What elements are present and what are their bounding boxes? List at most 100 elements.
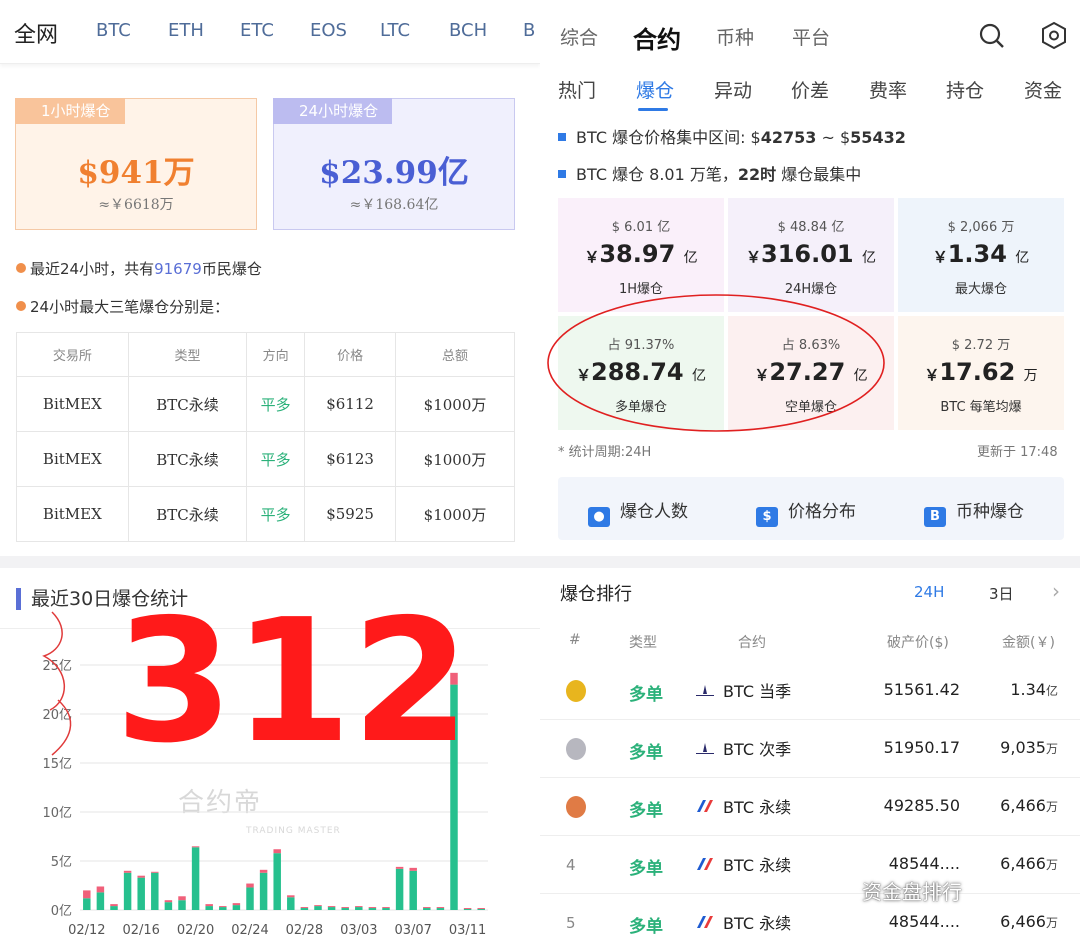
stat-cell-avg[interactable]: $ 2.72 万 ￥17.62 万 BTC 每笔均爆 (898, 316, 1064, 430)
bar-short (191, 846, 200, 848)
nav-tab-ltc[interactable]: LTC (380, 20, 410, 41)
bar-long (83, 898, 91, 910)
stat-value: ￥1.34 亿 (898, 240, 1064, 268)
nav-tab-more[interactable]: B (523, 20, 535, 41)
liquidation-1h-card[interactable]: 1小时爆仓 $941万 ≈￥6618万 (15, 98, 257, 230)
bar-short (368, 907, 377, 909)
subtab-hot[interactable]: 热门 (558, 76, 596, 103)
stat-value: ￥316.01 亿 (728, 240, 894, 268)
button-label: 价格分布 (788, 502, 856, 522)
nav-tab-bch[interactable]: BCH (449, 20, 487, 41)
bar-long (463, 909, 472, 910)
bar-long (287, 897, 295, 910)
bitmex-logo-icon (697, 858, 713, 870)
cell-exchange: BitMEX (16, 376, 129, 432)
screenshot-root: 全网 BTC ETH ETC EOS LTC BCH B 1小时爆仓 $941万… (0, 0, 1080, 945)
cell-total: $1000万 (395, 486, 515, 542)
bar-short (355, 906, 363, 908)
bar-short (287, 895, 295, 898)
rank-tab-24h[interactable]: 24H (914, 583, 944, 601)
left-panel: 全网 BTC ETH ETC EOS LTC BCH B 1小时爆仓 $941万… (0, 0, 540, 945)
amount-number: 9,035 (1000, 738, 1046, 757)
bar-long (191, 847, 200, 910)
rank-type: 多单 (629, 917, 663, 937)
subtab-capital[interactable]: 资金 (1024, 76, 1062, 103)
stat-top: $ 6.01 亿 (611, 220, 671, 235)
nav-tab-platform[interactable]: 平台 (792, 23, 830, 50)
bar-short (205, 904, 213, 907)
bracket-mark (42, 611, 65, 711)
rank-tab-3d[interactable]: 3日 (989, 583, 1014, 604)
rank-type: 多单 (629, 801, 663, 821)
stat-unit: 亿 (862, 250, 876, 266)
okex-logo-icon (696, 743, 714, 754)
bar-short (83, 890, 91, 899)
nav-tab-eth[interactable]: ETH (168, 20, 204, 41)
chevron-right-icon[interactable]: › (1052, 579, 1060, 603)
amount-number: 6,466 (1000, 854, 1046, 873)
subtab-liquidation[interactable]: 爆仓 (636, 76, 674, 103)
subtab-movement[interactable]: 异动 (714, 76, 752, 103)
cell-type: BTC永续 (127, 376, 248, 432)
yen-symbol: ￥ (924, 366, 940, 384)
amount-number: 6,466 (1000, 912, 1046, 931)
settings-icon[interactable] (1040, 21, 1068, 51)
button-label: 爆仓人数 (620, 502, 688, 522)
bar-short (395, 866, 404, 869)
bar-long (423, 908, 431, 910)
y-tick-label: 0亿 (51, 904, 72, 919)
col-price: 价格 (304, 332, 397, 377)
info-pre: BTC 爆仓 8.01 万笔， (576, 165, 738, 184)
bar-long (300, 908, 309, 910)
rank-row[interactable]: 多单 BTC 永续 49285.50 6,466万 (540, 778, 1080, 836)
stat-cell-max[interactable]: $ 2,066 万 ￥1.34 亿 最大爆仓 (898, 198, 1064, 312)
info-mid: ~ $ (816, 128, 851, 147)
bar-long (219, 907, 227, 910)
nav-tab-contract[interactable]: 合约 (633, 20, 681, 55)
bar-short (164, 900, 173, 903)
table-row: BitMEX BTC永续 平多 $6112 $1000万 (16, 376, 515, 432)
bitmex-logo-icon (697, 916, 713, 928)
quick-links: ● 爆仓人数 $ 价格分布 B 币种爆仓 (558, 477, 1064, 540)
red-ellipse-annotation (547, 294, 885, 432)
nav-tab-overview[interactable]: 综合 (560, 23, 598, 50)
search-icon[interactable] (978, 22, 1006, 50)
rank-type: 多单 (629, 685, 663, 705)
price-distribution-button[interactable]: $ 价格分布 (756, 497, 856, 527)
subtab-open-interest[interactable]: 持仓 (946, 76, 984, 103)
nav-tab-eos[interactable]: EOS (310, 20, 347, 41)
rank-row[interactable]: 4 多单 BTC 永续 48544.... 6,466万 (540, 836, 1080, 894)
cell-exchange: BitMEX (16, 431, 129, 487)
top3-text: 24小时最大三笔爆仓分别是： (30, 298, 230, 316)
bar-long (246, 887, 254, 910)
subtab-funding-rate[interactable]: 费率 (869, 76, 907, 103)
rank-amount: 9,035万 (970, 738, 1058, 757)
bracket-mark (51, 699, 72, 756)
rank-row[interactable]: 5 多单 BTC 永续 48544.... 6,466万 (540, 894, 1080, 945)
yen-symbol: ￥ (746, 248, 762, 266)
liquidated-users-button[interactable]: ● 爆仓人数 (588, 497, 688, 527)
rank-row[interactable]: 多单 BTC 次季 51950.17 9,035万 (540, 720, 1080, 778)
bar-long (382, 908, 390, 910)
bar-long (110, 906, 118, 910)
subtab-spread[interactable]: 价差 (791, 76, 829, 103)
bar-short (463, 908, 472, 910)
col-total: 总额 (395, 332, 515, 377)
stat-value: ￥38.97 亿 (558, 240, 724, 268)
amount-unit: 万 (1045, 858, 1058, 872)
rank-row[interactable]: 多单 BTC 当季 51561.42 1.34亿 (540, 662, 1080, 720)
liquidation-24h-card[interactable]: 24小时爆仓 $23.99亿 ≈￥168.64亿 (273, 98, 515, 230)
nav-tab-all[interactable]: 全网 (14, 17, 58, 49)
stat-label: BTC 每笔均爆 (940, 400, 1022, 415)
x-tick-label: 02/12 (68, 923, 105, 938)
rank-contract: BTC 永续 (723, 914, 792, 933)
rank-title: 爆仓排行 (560, 584, 632, 605)
rank-col-type: 类型 (629, 635, 657, 651)
nav-tab-coin[interactable]: 币种 (716, 23, 754, 50)
bullet-square (558, 133, 566, 141)
summary-line: 最近24小时，共有91679币民爆仓 (16, 258, 262, 279)
coin-liquidation-button[interactable]: B 币种爆仓 (924, 497, 1024, 527)
nav-tab-btc[interactable]: BTC (96, 20, 131, 41)
nav-tab-etc[interactable]: ETC (240, 20, 274, 41)
bar-long (327, 907, 336, 910)
